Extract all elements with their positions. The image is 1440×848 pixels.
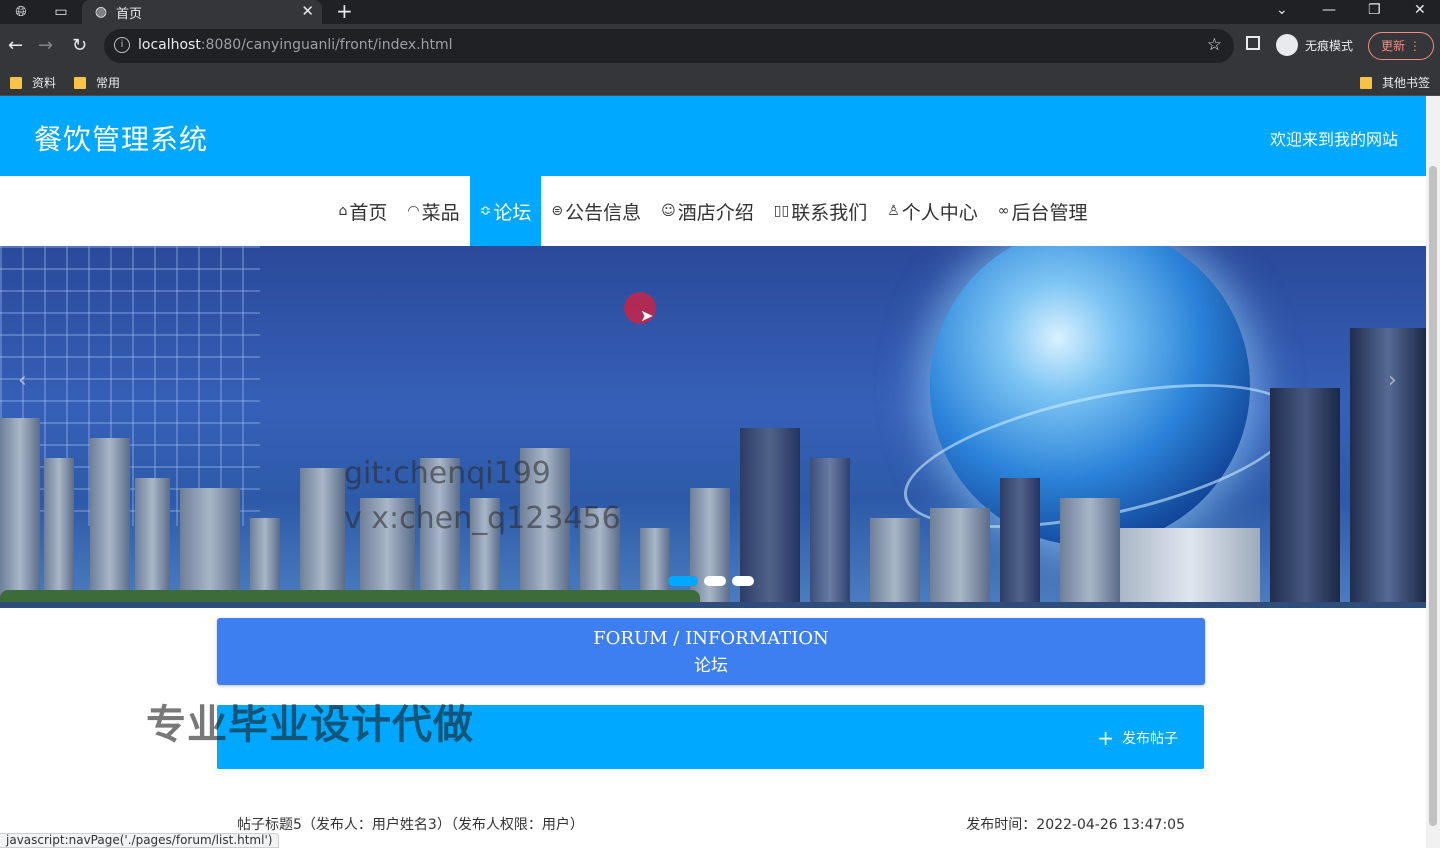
nav-item-dishes[interactable]: ◠ 菜品 <box>397 176 469 246</box>
hotel-icon: ☺ <box>661 203 676 219</box>
watermark-text: git:chenqi199 <box>344 456 551 491</box>
globe-icon[interactable]: 🌐︎ <box>12 3 30 21</box>
mouse-cursor-icon: ➤ <box>640 306 654 325</box>
address-bar[interactable]: i localhost:8080/canyinguanli/front/inde… <box>104 29 1234 63</box>
nav-label: 后台管理 <box>1011 201 1088 224</box>
reload-icon[interactable]: ↻ <box>72 36 87 56</box>
user-icon: ♙ <box>887 203 900 219</box>
window-close-icon[interactable]: ✕ <box>1414 0 1426 20</box>
home-icon: ⌂ <box>338 203 348 219</box>
tab-title: 首页 <box>116 7 143 22</box>
publish-post-button[interactable]: + 发布帖子 <box>1097 728 1178 748</box>
site-info-icon[interactable]: i <box>114 37 130 53</box>
folder-icon <box>74 76 86 89</box>
bookmarks-bar: 资料 常用 其他书签 <box>0 68 1440 96</box>
nav-item-admin[interactable]: ∞ 后台管理 <box>988 176 1098 246</box>
url-text: localhost:8080/canyinguanli/front/index.… <box>138 37 453 53</box>
nav-item-forum[interactable]: ≎ 论坛 <box>469 176 542 246</box>
nav-item-contact[interactable]: ▯▯ 联系我们 <box>764 176 877 246</box>
ground-decoration <box>0 602 1426 608</box>
folder-icon <box>1360 76 1372 89</box>
incognito-icon <box>1276 34 1298 56</box>
page-viewport: 餐饮管理系统 欢迎来到我的网站 ⌂ 首页 ◠ 菜品 ≎ 论坛 ⊜ 公告信息 ☺ … <box>0 96 1440 848</box>
carousel-dot[interactable] <box>732 576 754 586</box>
main-nav: ⌂ 首页 ◠ 菜品 ≎ 论坛 ⊜ 公告信息 ☺ 酒店介绍 ▯▯ 联系我们 ♙ 个… <box>0 176 1426 246</box>
tab-list-icon[interactable]: ⌄ <box>1276 0 1288 20</box>
watermark-text: v x:chen_q123456 <box>344 501 621 536</box>
nav-label: 个人中心 <box>901 201 978 224</box>
dashboard-icon: ◠ <box>407 203 420 219</box>
tab-favicon-icon: ◍ <box>94 4 108 20</box>
welcome-text: 欢迎来到我的网站 <box>1269 130 1398 149</box>
carousel-next-icon[interactable]: › <box>1388 368 1397 393</box>
nav-label: 菜品 <box>421 201 460 224</box>
carousel-prev-icon[interactable]: ‹ <box>18 368 27 393</box>
post-summary[interactable]: 帖子标题5（发布人：用户姓名3）（发布人权限：用户） <box>237 817 584 833</box>
banner-carousel[interactable]: ‹ › git:chenqi199 v x:chen_q123456 ➤ <box>0 246 1426 608</box>
tab-search-icon[interactable]: ▭ <box>52 3 70 21</box>
bookmark-folder[interactable]: 资料 <box>10 74 56 91</box>
carousel-indicators <box>668 576 754 586</box>
new-tab-icon[interactable]: + <box>336 0 353 22</box>
bookmark-folder[interactable]: 常用 <box>74 74 120 91</box>
site-title: 餐饮管理系统 <box>34 123 209 156</box>
site-header: 餐饮管理系统 欢迎来到我的网站 <box>0 96 1426 176</box>
bookmark-star-icon[interactable]: ☆ <box>1207 35 1222 55</box>
scrollbar-thumb[interactable] <box>1429 166 1437 826</box>
link-icon: ∞ <box>997 203 1010 219</box>
page-scrollbar[interactable] <box>1426 96 1440 848</box>
side-panel-icon[interactable] <box>1246 36 1260 50</box>
section-title-en: FORUM / INFORMATION <box>593 628 829 649</box>
publish-post-label: 发布帖子 <box>1122 731 1178 747</box>
incognito-label: 无痕模式 <box>1305 39 1354 53</box>
overlay-watermark: 专业毕业设计代做 <box>146 702 474 748</box>
back-icon[interactable]: ← <box>8 36 23 56</box>
section-title-cn: 论坛 <box>694 656 728 676</box>
nav-label: 联系我们 <box>791 201 868 224</box>
carousel-dot[interactable] <box>668 576 698 586</box>
nav-label: 公告信息 <box>565 201 642 224</box>
nav-item-home[interactable]: ⌂ 首页 <box>329 176 398 246</box>
forum-post-row[interactable]: 帖子标题5（发布人：用户姓名3）（发布人权限：用户） 发布时间：2022-04-… <box>237 814 1185 834</box>
browser-toolbar: ← → ↻ i localhost:8080/canyinguanli/fron… <box>0 24 1440 68</box>
other-bookmarks[interactable]: 其他书签 <box>1360 74 1430 91</box>
nav-label: 首页 <box>349 201 388 224</box>
nav-item-hotel[interactable]: ☺ 酒店介绍 <box>651 176 764 246</box>
notice-icon: ⊜ <box>551 203 564 219</box>
restore-icon[interactable]: ❐ <box>1368 0 1381 20</box>
minimize-icon[interactable]: — <box>1322 0 1336 20</box>
folder-icon <box>10 76 22 89</box>
post-time: 发布时间：2022-04-26 13:47:05 <box>966 817 1185 833</box>
tab-close-icon[interactable]: ✕ <box>301 2 314 20</box>
plus-icon: + <box>1097 726 1114 750</box>
forum-section-header: FORUM / INFORMATION 论坛 <box>217 618 1205 685</box>
status-bar-url: javascript:navPage('./pages/forum/list.h… <box>0 833 280 848</box>
nav-item-profile[interactable]: ♙ 个人中心 <box>877 176 988 246</box>
carousel-dot[interactable] <box>704 576 726 586</box>
nav-label: 论坛 <box>493 201 532 224</box>
contact-icon: ▯▯ <box>773 203 790 219</box>
browser-tab-bar: 🌐︎ ▭ ◍ 首页 ✕ + ⌄ — ❐ ✕ <box>0 0 1440 24</box>
browser-tab[interactable]: ◍ 首页 ✕ <box>82 0 322 24</box>
nav-item-notices[interactable]: ⊜ 公告信息 <box>541 176 651 246</box>
nav-label: 酒店介绍 <box>677 201 754 224</box>
update-button[interactable]: 更新 ⋮ <box>1368 32 1434 60</box>
forward-icon[interactable]: → <box>38 36 53 56</box>
forum-icon: ≎ <box>479 203 492 219</box>
